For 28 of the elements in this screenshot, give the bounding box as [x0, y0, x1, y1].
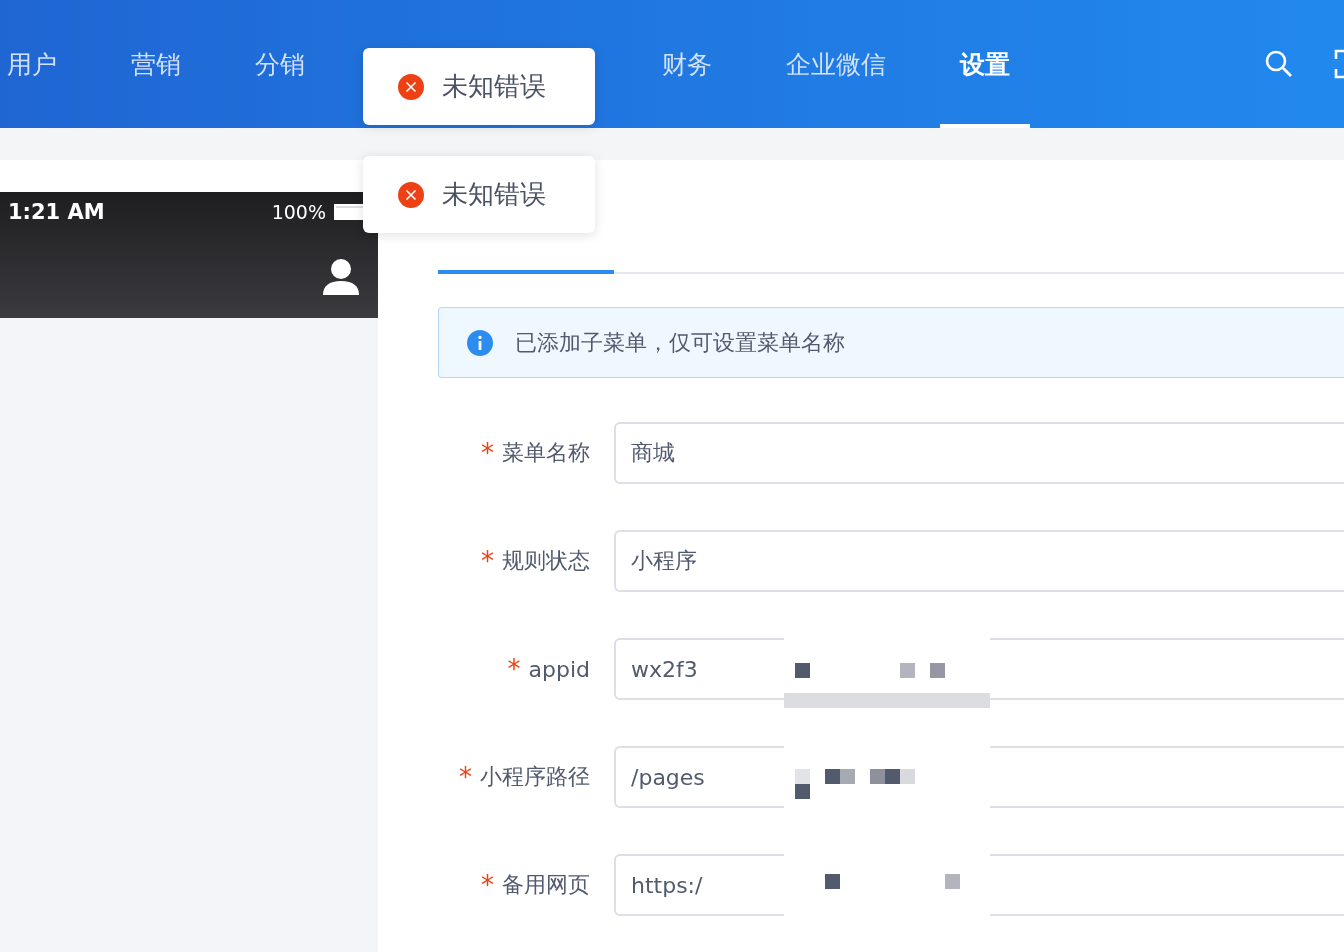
nav-tab[interactable]: 财务 — [662, 0, 712, 128]
battery-percent: 100% — [271, 201, 326, 223]
error-icon — [398, 181, 424, 208]
nav-tab[interactable]: 营销 — [131, 0, 181, 128]
field-label: * 规则状态 — [480, 546, 591, 576]
person-icon — [322, 258, 360, 296]
field-label: * 备用网页 — [480, 870, 591, 900]
nav-tab[interactable]: 分销 — [255, 0, 305, 128]
error-icon — [398, 73, 424, 100]
nav-tab[interactable]: 设置 — [940, 0, 1030, 128]
required-mark: * — [507, 654, 521, 684]
search-icon[interactable] — [1264, 49, 1294, 79]
info-icon — [467, 329, 493, 356]
alert-text: 已添加子菜单，仅可设置菜单名称 — [515, 328, 845, 357]
field-label: * 菜单名称 — [480, 438, 591, 468]
field-label: * 小程序路径 — [458, 762, 591, 792]
nav-tab[interactable]: 用户 — [7, 0, 57, 128]
required-mark: * — [481, 438, 494, 468]
field-label: * appid — [506, 654, 591, 684]
input-field[interactable]: 商城 — [614, 422, 1344, 484]
required-mark: * — [481, 546, 494, 576]
required-mark: * — [481, 870, 494, 900]
toast-message: 未知错误 — [442, 70, 546, 103]
toast-message: 未知错误 — [442, 178, 546, 211]
status-time: 1:21 AM — [8, 200, 105, 224]
input-field[interactable]: 小程序 — [614, 530, 1344, 592]
required-mark: * — [459, 762, 472, 792]
nav-tab[interactable]: 企业微信 — [786, 0, 886, 128]
